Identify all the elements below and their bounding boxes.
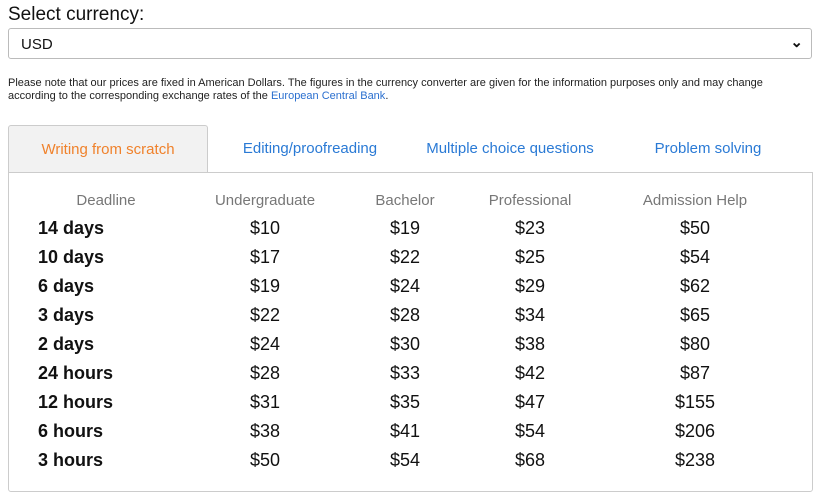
price-cell: $19: [249, 276, 281, 296]
price-cell: $155: [674, 392, 716, 412]
deadline-cell: 24 hours: [38, 363, 114, 383]
tab-problem-solving[interactable]: Problem solving: [610, 125, 806, 172]
price-cell: $38: [514, 334, 546, 354]
table-row: 12 hours $31 $35 $47 $155: [0, 392, 819, 421]
price-cell: $68: [514, 450, 546, 470]
price-cell: $41: [389, 421, 421, 441]
deadline-cell: 12 hours: [38, 392, 114, 412]
price-cell: $34: [514, 305, 546, 325]
currency-note: Please note that our prices are fixed in…: [8, 77, 808, 103]
price-cell: $22: [249, 305, 281, 325]
price-cell: $54: [679, 247, 711, 267]
price-cell: $38: [249, 421, 281, 441]
column-header: Undergraduate: [214, 192, 316, 209]
price-cell: $31: [249, 392, 281, 412]
deadline-cell: 6 hours: [38, 421, 104, 441]
table-row: 14 days $10 $19 $23 $50: [0, 218, 819, 247]
price-cell: $50: [249, 450, 281, 470]
price-cell: $47: [514, 392, 546, 412]
note-end: .: [385, 90, 389, 102]
table-row: 2 days $24 $30 $38 $80: [0, 334, 819, 363]
price-cell: $206: [674, 421, 716, 441]
deadline-cell: 10 days: [38, 247, 105, 267]
price-cell: $42: [514, 363, 546, 383]
tab-editing-proofreading[interactable]: Editing/proofreading: [210, 125, 410, 172]
currency-value: USD: [21, 36, 53, 53]
price-cell: $50: [679, 218, 711, 238]
table-row: 3 hours $50 $54 $68 $238: [0, 450, 819, 479]
price-cell: $65: [679, 305, 711, 325]
table-row: 10 days $17 $22 $25 $54: [0, 247, 819, 276]
price-cell: $28: [249, 363, 281, 383]
price-cell: $80: [679, 334, 711, 354]
deadline-cell: 6 days: [38, 276, 95, 296]
price-cell: $28: [389, 305, 421, 325]
price-cell: $62: [679, 276, 711, 296]
table-row: 6 days $19 $24 $29 $62: [0, 276, 819, 305]
price-cell: $238: [674, 450, 716, 470]
price-cell: $54: [389, 450, 421, 470]
table-row: 6 hours $38 $41 $54 $206: [0, 421, 819, 450]
currency-select[interactable]: USD ⌄: [8, 28, 812, 59]
ecb-link[interactable]: European Central Bank: [271, 90, 385, 102]
price-cell: $87: [679, 363, 711, 383]
table-row: 3 days $22 $28 $34 $65: [0, 305, 819, 334]
price-cell: $10: [249, 218, 281, 238]
column-header: Professional: [488, 192, 572, 209]
price-cell: $23: [514, 218, 546, 238]
deadline-cell: 14 days: [38, 218, 105, 238]
tab-writing-from-scratch[interactable]: Writing from scratch: [8, 125, 208, 172]
price-cell: $24: [249, 334, 281, 354]
table-row: 24 hours $28 $33 $42 $87: [0, 363, 819, 392]
price-cell: $30: [389, 334, 421, 354]
tab-multiple-choice[interactable]: Multiple choice questions: [410, 125, 610, 172]
price-cell: $19: [389, 218, 421, 238]
price-cell: $54: [514, 421, 546, 441]
price-cell: $24: [389, 276, 421, 296]
price-cell: $35: [389, 392, 421, 412]
column-header: Admission Help: [642, 192, 748, 209]
price-cell: $22: [389, 247, 421, 267]
chevron-down-icon: ⌄: [790, 34, 803, 51]
deadline-cell: 2 days: [38, 334, 95, 354]
column-header: Deadline: [76, 192, 136, 209]
column-header: Bachelor: [375, 192, 435, 209]
deadline-cell: 3 days: [38, 305, 95, 325]
price-cell: $29: [514, 276, 546, 296]
price-cell: $25: [514, 247, 546, 267]
price-cell: $17: [249, 247, 281, 267]
price-cell: $33: [389, 363, 421, 383]
deadline-cell: 3 hours: [38, 450, 104, 470]
currency-label: Select currency:: [8, 4, 145, 25]
